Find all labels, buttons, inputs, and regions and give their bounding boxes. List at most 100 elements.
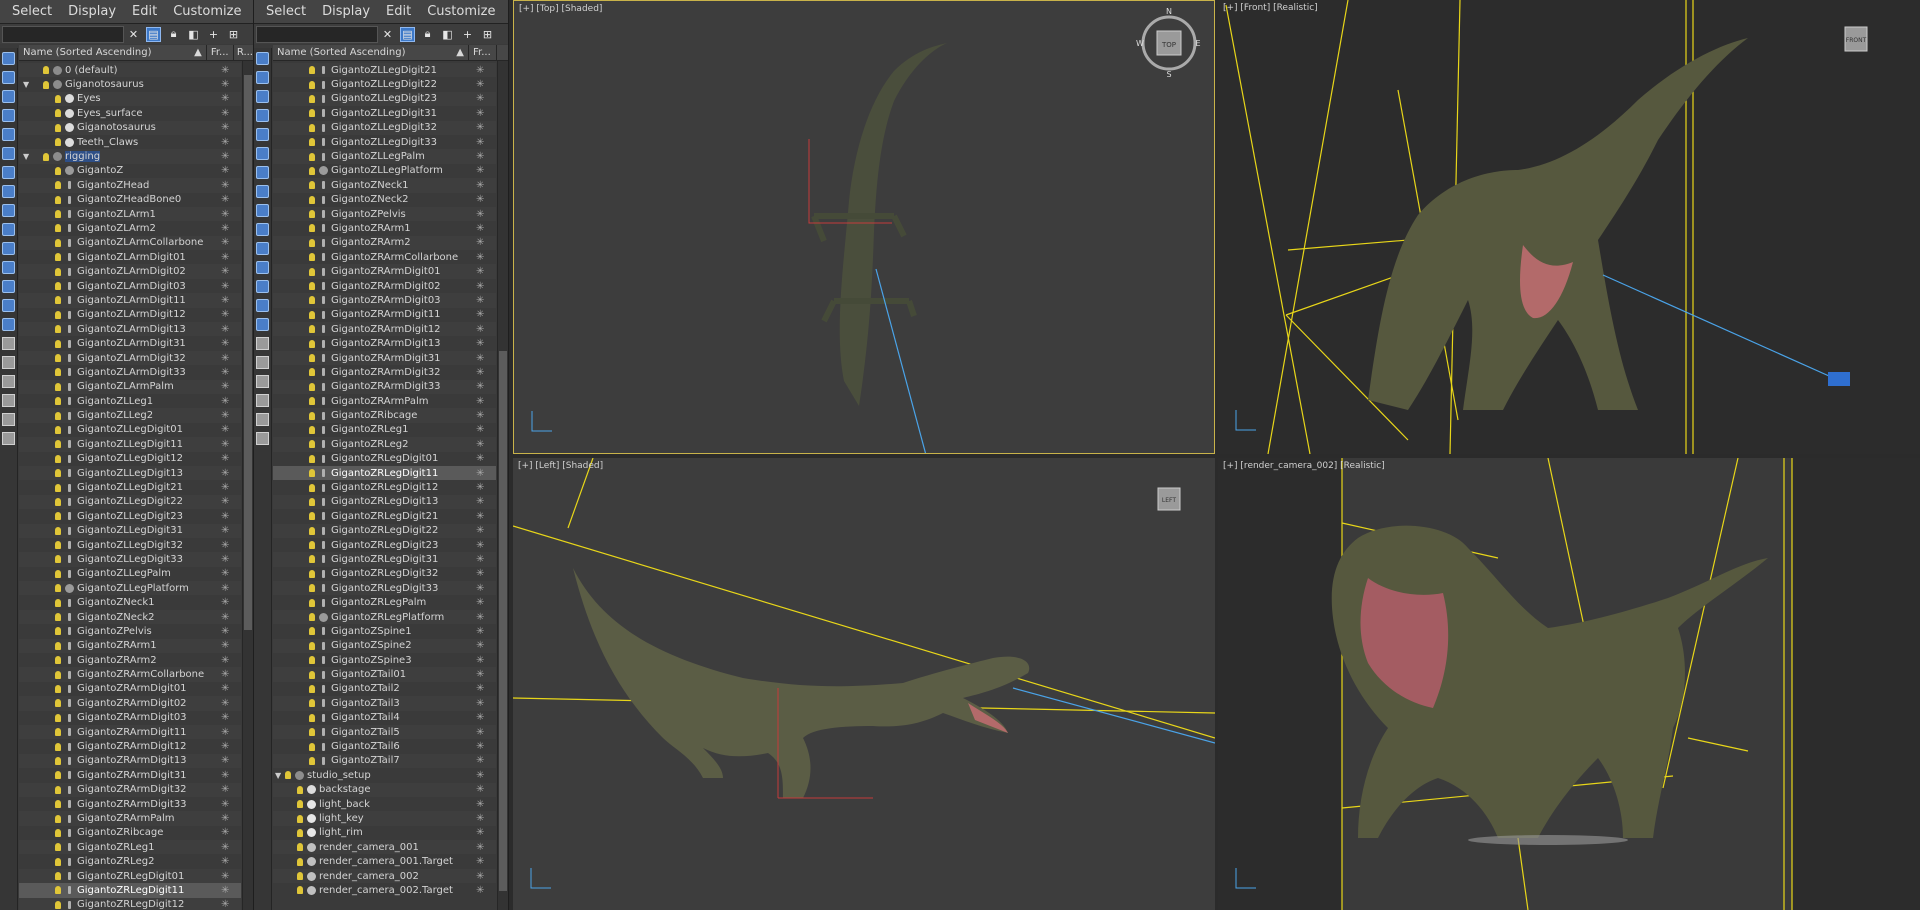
snowflake-icon[interactable]: ✳ [221,108,229,119]
tree-row[interactable]: GigantoZRArmDigit03 ✳ [19,710,241,725]
visibility-bulb-icon[interactable] [309,641,315,650]
expand-triangle-icon[interactable]: ▼ [23,152,29,161]
visibility-bulb-icon[interactable] [309,80,315,89]
tree-row[interactable]: GigantoZLLegDigit13 ✳ [19,465,241,481]
lights-filter-icon[interactable] [256,109,269,122]
tree-row[interactable]: GigantoZLArmDigit01 ✳ [19,250,241,265]
snowflake-icon[interactable]: ✳ [476,770,484,781]
snowflake-icon[interactable]: ✳ [221,295,229,306]
visibility-bulb-icon[interactable] [55,253,61,262]
column-frozen-header[interactable]: Fr... [469,45,497,60]
pin-icon[interactable] [2,432,15,445]
visibility-bulb-icon[interactable] [55,785,61,794]
visibility-bulb-icon[interactable] [55,282,61,291]
snowflake-icon[interactable]: ✳ [476,784,484,795]
visibility-bulb-icon[interactable] [55,483,61,492]
visibility-bulb-icon[interactable] [55,627,61,636]
menu-display[interactable]: Display [60,4,124,19]
tree-row[interactable]: GigantoZRArm2 ✳ [273,235,496,251]
lock-icon[interactable]: 🔒︎ [166,27,181,42]
visibility-bulb-icon[interactable] [55,469,61,478]
visibility-bulb-icon[interactable] [309,166,315,175]
tree-row[interactable]: GigantoZRLeg2 ✳ [19,854,241,869]
tree-row[interactable]: ▼ Giganotosaurus ✳ [19,77,241,92]
snowflake-icon[interactable]: ✳ [476,640,484,651]
snowflake-icon[interactable]: ✳ [221,137,229,148]
snowflake-icon[interactable]: ✳ [476,453,484,464]
snowflake-icon[interactable]: ✳ [476,683,484,694]
groups-filter-icon[interactable] [2,185,15,198]
visibility-bulb-icon[interactable] [55,872,61,881]
snowflake-icon[interactable]: ✳ [221,266,229,277]
tree-row[interactable]: GigantoZLArmDigit33 ✳ [19,365,241,380]
visibility-bulb-icon[interactable] [55,497,61,506]
visibility-bulb-icon[interactable] [309,397,315,406]
tree-row[interactable]: GigantoZRLegDigit11 ✳ [273,465,496,481]
snowflake-icon[interactable]: ✳ [221,396,229,407]
snowflake-icon[interactable]: ✳ [221,424,229,435]
pin-icon[interactable] [256,432,269,445]
snowflake-icon[interactable]: ✳ [221,856,229,867]
visibility-bulb-icon[interactable] [55,181,61,190]
snowflake-icon[interactable]: ✳ [221,655,229,666]
tree-row[interactable]: GigantoZLArmDigit11 ✳ [19,293,241,308]
viewport-front[interactable]: FRONT [+] [Front] [Realistic] [1218,0,1920,454]
visibility-bulb-icon[interactable] [55,339,61,348]
visibility-bulb-icon[interactable] [55,800,61,809]
visibility-bulb-icon[interactable] [309,66,315,75]
layer-icon[interactable]: ◧ [440,27,455,42]
snowflake-icon[interactable]: ✳ [476,396,484,407]
tree-row[interactable]: GigantoZSpine2 ✳ [273,638,496,654]
tree-row[interactable]: GigantoZTail3 ✳ [273,696,496,711]
viewport-label[interactable]: [+] [Top] [Shaded] [519,4,602,14]
tree-row[interactable]: GigantoZRLegDigit22 ✳ [273,523,496,538]
select-invert-icon[interactable] [2,375,15,388]
tree-row[interactable]: GigantoZRArmCollarbone ✳ [273,250,496,265]
tree-row[interactable]: 0 (default) ✳ [19,63,241,78]
snowflake-icon[interactable]: ✳ [476,381,484,392]
tree-row[interactable]: GigantoZTail4 ✳ [273,710,496,725]
snowflake-icon[interactable]: ✳ [221,827,229,838]
snowflake-icon[interactable]: ✳ [476,367,484,378]
snowflake-icon[interactable]: ✳ [221,683,229,694]
tree-row[interactable]: GigantoZTail01 ✳ [273,667,496,682]
expand-triangle-icon[interactable]: ▼ [275,771,281,780]
containers-filter-icon[interactable] [2,242,15,255]
snowflake-icon[interactable]: ✳ [476,669,484,680]
tree-row[interactable]: GigantoZRLegDigit13 ✳ [273,494,496,510]
visibility-bulb-icon[interactable] [55,368,61,377]
tree-row[interactable]: GigantoZLLeg1 ✳ [19,393,241,409]
tree-row[interactable]: GigantoZRArm2 ✳ [19,653,241,668]
snowflake-icon[interactable]: ✳ [476,727,484,738]
snowflake-icon[interactable]: ✳ [221,281,229,292]
snowflake-icon[interactable]: ✳ [476,468,484,479]
snowflake-icon[interactable]: ✳ [476,568,484,579]
snowflake-icon[interactable]: ✳ [476,122,484,133]
tree-row[interactable]: light_rim ✳ [273,825,496,841]
snowflake-icon[interactable]: ✳ [476,324,484,335]
hierarchy-icon[interactable]: ⊞ [480,27,495,42]
visibility-bulb-icon[interactable] [309,267,315,276]
snowflake-icon[interactable]: ✳ [476,79,484,90]
snowflake-icon[interactable]: ✳ [221,209,229,220]
tree-row[interactable]: GigantoZLLegDigit22 ✳ [273,77,496,92]
snowflake-icon[interactable]: ✳ [476,309,484,320]
tree-row[interactable]: GigantoZLLegDigit32 ✳ [19,537,241,553]
geometry-filter-icon[interactable] [256,71,269,84]
hierarchy-sort-icon[interactable] [2,413,15,426]
tree-row[interactable]: Giganotosaurus ✳ [19,120,241,135]
display-all-icon[interactable] [2,52,15,65]
snowflake-icon[interactable]: ✳ [476,554,484,565]
visibility-bulb-icon[interactable] [309,756,315,765]
visibility-bulb-icon[interactable] [297,785,303,794]
visibility-bulb-icon[interactable] [55,109,61,118]
tree-row[interactable]: render_camera_002.Target ✳ [273,883,496,898]
snowflake-icon[interactable]: ✳ [476,252,484,263]
visibility-bulb-icon[interactable] [309,728,315,737]
tree-row[interactable]: GigantoZRLegDigit23 ✳ [273,537,496,553]
tree-row[interactable]: render_camera_001.Target ✳ [273,854,496,869]
hidden-filter-icon[interactable] [256,280,269,293]
visibility-bulb-icon[interactable] [55,598,61,607]
scroll-thumb[interactable] [244,75,252,630]
snowflake-icon[interactable]: ✳ [221,669,229,680]
